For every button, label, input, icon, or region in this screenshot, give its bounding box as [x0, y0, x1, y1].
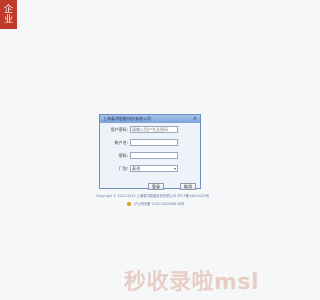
account-input[interactable]	[130, 139, 178, 146]
password-row: 密码:	[100, 152, 200, 162]
username-label: 用户密码:	[110, 127, 128, 132]
account-label: 帐户名:	[114, 140, 128, 145]
dialog-titlebar: 上海泰鸿智能科技有限公司 ×	[100, 115, 200, 123]
beian-text: 沪公网安备 31011302006158号	[134, 202, 185, 206]
factory-label: 厂别:	[118, 166, 128, 171]
close-icon[interactable]: ×	[192, 116, 198, 122]
account-row: 帐户名:	[100, 139, 200, 149]
brand-tag-char-1: 企	[3, 4, 13, 15]
copyright-text: Copyright © 2014-2019 上海泰鸿智能科技有限公司 沪ICP备…	[96, 194, 210, 198]
factory-select[interactable]: 泰鸿 ▾	[130, 165, 178, 172]
login-form: 用户密码: 帐户名: 密码: 厂别: 泰鸿 ▾	[100, 126, 200, 178]
watermark: 秒收录啦msl	[124, 270, 260, 295]
password-input[interactable]	[130, 152, 178, 159]
brand-tag-char-2: 业	[3, 14, 13, 25]
password-label: 密码:	[118, 153, 128, 158]
login-dialog: 上海泰鸿智能科技有限公司 × 用户密码: 帐户名: 密码: 厂别: 泰鸿 ▾ 登…	[99, 114, 201, 190]
factory-selected-value: 泰鸿	[132, 166, 140, 171]
login-button[interactable]: 登录	[148, 183, 164, 190]
username-input[interactable]	[130, 126, 178, 133]
cancel-button[interactable]: 取消	[180, 183, 196, 190]
factory-row: 厂别: 泰鸿 ▾	[100, 165, 200, 175]
police-badge-icon	[127, 202, 131, 206]
brand-tag: 企 业	[0, 0, 17, 29]
username-row: 用户密码:	[100, 126, 200, 136]
chevron-down-icon: ▾	[173, 166, 176, 171]
beian-info[interactable]: 沪公网安备 31011302006158号	[127, 201, 184, 206]
dialog-title: 上海泰鸿智能科技有限公司	[103, 116, 151, 121]
